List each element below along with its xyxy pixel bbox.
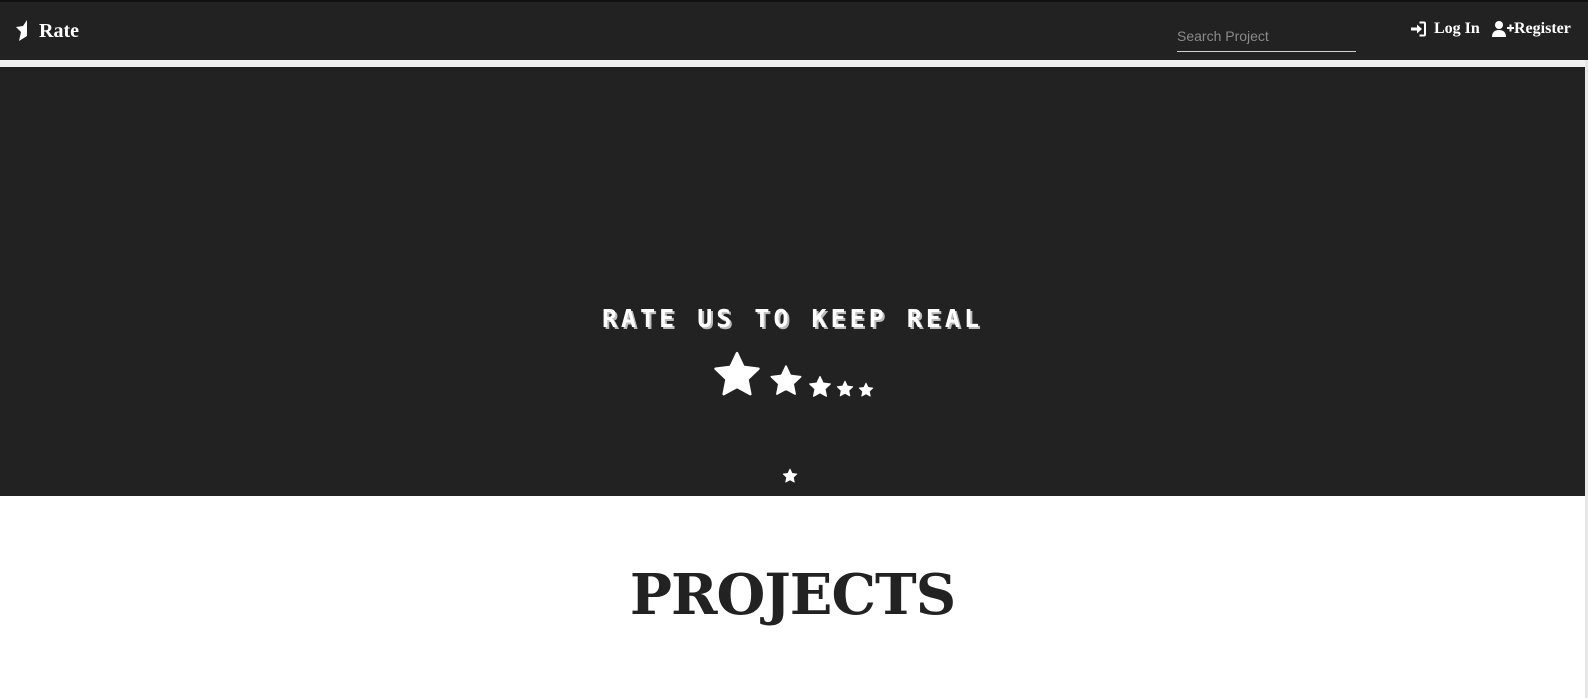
login-link[interactable]: Log In [1410, 20, 1480, 38]
star-icon[interactable] [858, 382, 874, 403]
star-icon[interactable] [836, 380, 854, 403]
star-icon[interactable] [808, 375, 832, 404]
rating-stars [0, 0, 874, 397]
star-half-icon [16, 20, 32, 42]
brand-link[interactable]: Rate [16, 18, 79, 44]
projects-heading: PROJECTS [629, 562, 956, 628]
hero-banner [0, 67, 1585, 496]
star-icon[interactable] [769, 364, 803, 403]
scroll-down-star-icon[interactable] [782, 468, 798, 484]
hero-tagline: RATE US TO KEEP REAL [601, 304, 984, 333]
navbar-shadow-gap [0, 60, 1585, 67]
register-link[interactable]: Register [1492, 20, 1571, 38]
sign-in-icon [1410, 21, 1426, 37]
star-icon[interactable] [712, 350, 762, 405]
search-field [1177, 22, 1356, 52]
user-plus-icon [1492, 21, 1514, 37]
search-input[interactable] [1177, 22, 1356, 50]
register-label: Register [1514, 20, 1571, 37]
brand-label: Rate [39, 20, 79, 42]
top-navbar: Rate Log In Register [0, 0, 1588, 60]
login-label: Log In [1434, 20, 1480, 37]
